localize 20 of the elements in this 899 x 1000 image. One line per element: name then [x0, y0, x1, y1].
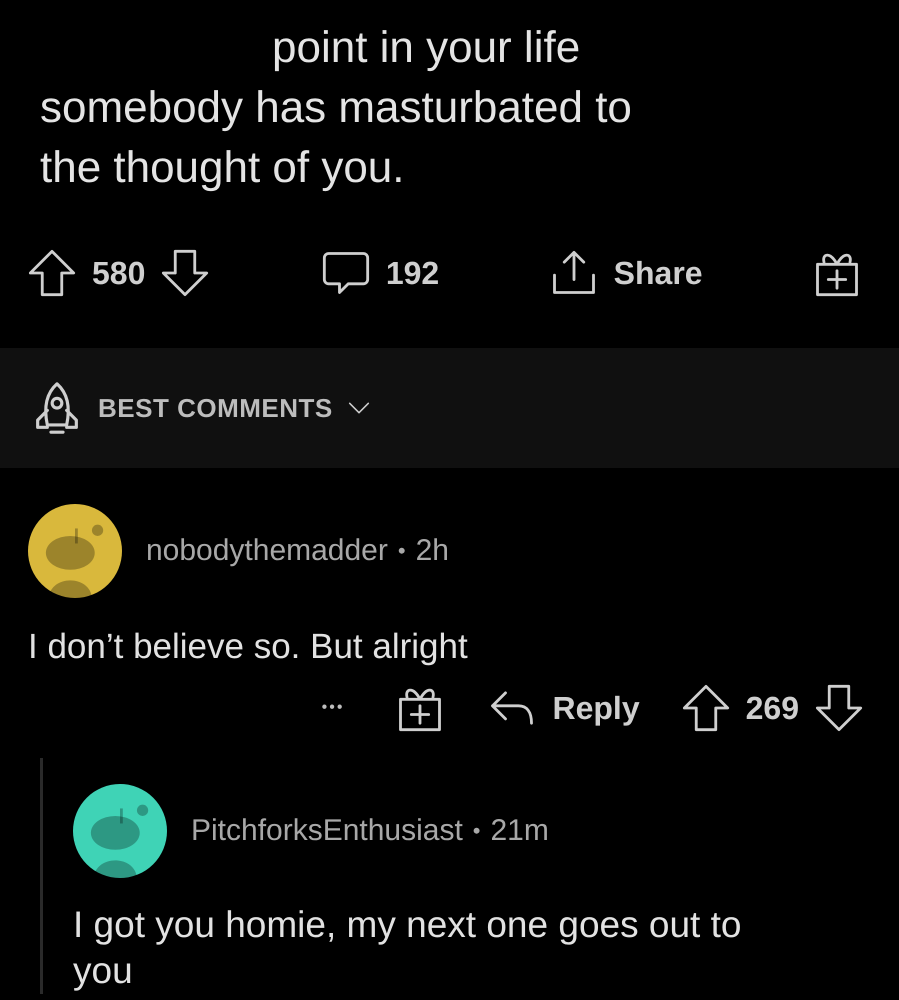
username[interactable]: PitchforksEnthusiast: [191, 814, 463, 848]
vote-count: 580: [92, 254, 146, 292]
post-title: point in your life somebody has masturbated to the thought of you.: [39, 22, 633, 194]
username[interactable]: nobodythemadder: [146, 534, 388, 568]
avatar[interactable]: [28, 504, 122, 598]
sort-dropdown[interactable]: BEST COMMENTS: [98, 392, 333, 424]
comment-text: I don’t believe so. But alright: [28, 626, 469, 668]
vote-count: 269: [746, 690, 799, 726]
share-label[interactable]: Share: [614, 254, 703, 292]
comment-count: 192: [386, 254, 440, 292]
comment-text: I got you homie, my next one goes out to you: [73, 903, 742, 993]
separator-dot: •: [398, 538, 406, 564]
reply-link[interactable]: Reply: [552, 690, 640, 726]
downvote-icon[interactable]: [813, 682, 865, 734]
timestamp: 2h: [416, 534, 449, 568]
more-options[interactable]: •••: [322, 699, 344, 717]
timestamp: 21m: [490, 814, 549, 848]
separator-dot: •: [472, 818, 480, 844]
upvote-icon[interactable]: [26, 247, 78, 299]
avatar[interactable]: [73, 784, 167, 878]
